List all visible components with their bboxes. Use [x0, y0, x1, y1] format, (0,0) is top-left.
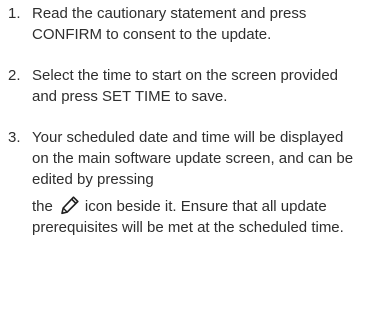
instruction-step: 1. Read the cautionary statement and pre…: [0, 3, 365, 45]
step-text: Read the cautionary statement and press …: [32, 5, 307, 43]
step-number: 1.: [8, 5, 21, 22]
step-text: the: [32, 198, 53, 215]
instruction-step: 3. Your scheduled date and time will be …: [0, 127, 365, 238]
step-text-with-icon: the icon beside it. Ensure that all upda…: [32, 194, 359, 238]
step-text: Select the time to start on the screen p…: [32, 67, 338, 105]
instruction-step: 2. Select the time to start on the scree…: [0, 65, 365, 107]
pencil-edit-icon: [59, 194, 81, 216]
step-number: 2.: [8, 67, 21, 84]
step-text: Your scheduled date and time will be dis…: [32, 129, 354, 188]
instruction-steps-list: 1. Read the cautionary statement and pre…: [0, 3, 365, 238]
step-number: 3.: [8, 129, 21, 146]
